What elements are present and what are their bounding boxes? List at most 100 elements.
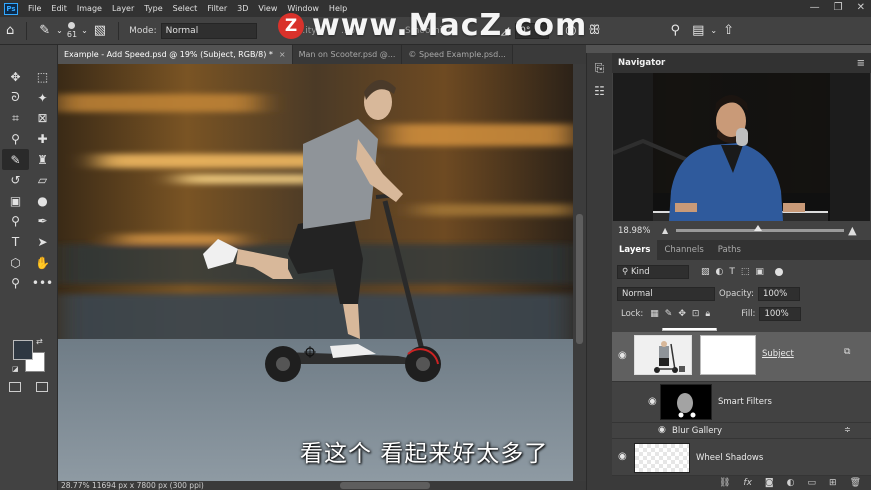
smart-object-badge-icon[interactable]: ⧉ xyxy=(844,347,850,357)
menu-select[interactable]: Select xyxy=(168,4,203,13)
canvas-area[interactable]: 看这个 看起来好太多了 xyxy=(58,64,586,481)
shape-tool-icon[interactable]: ⬡ xyxy=(2,252,29,273)
menu-edit[interactable]: Edit xyxy=(46,4,72,13)
layer-kind-filter[interactable]: ⚲ Kind xyxy=(617,265,689,279)
share-icon[interactable]: ⇧ xyxy=(723,23,734,38)
eye-icon[interactable]: ◉ xyxy=(658,425,666,435)
adjustment-icon[interactable]: ◐ xyxy=(787,478,795,488)
smart-object-filter-icon[interactable]: ▣ xyxy=(755,267,764,277)
opacity-field[interactable]: 100% xyxy=(757,287,800,301)
path-select-tool-icon[interactable]: ➤ xyxy=(29,232,56,253)
blend-mode-select[interactable]: Normal xyxy=(617,287,715,301)
properties-panel-icon[interactable]: ☷ xyxy=(587,84,612,98)
pen-tool-icon[interactable]: ✒ xyxy=(29,211,56,232)
mask-icon[interactable]: ◙ xyxy=(765,478,774,488)
brush-settings-icon[interactable]: ▧ xyxy=(94,23,106,38)
mode-select[interactable]: Normal xyxy=(160,22,257,39)
swap-colors-icon[interactable]: ⇄ xyxy=(36,337,43,346)
search-icon[interactable]: ⚲ xyxy=(671,23,681,38)
chevron-down-icon[interactable]: ⌄ xyxy=(56,26,63,35)
eye-icon[interactable]: ◉ xyxy=(618,451,627,462)
chevron-down-icon[interactable]: ⌄ xyxy=(710,26,717,35)
menu-filter[interactable]: Filter xyxy=(202,4,232,13)
menu-3d[interactable]: 3D xyxy=(232,4,253,13)
layer-wheel-shadows[interactable]: ◉ Wheel Shadows xyxy=(612,440,871,476)
brush-preset-picker[interactable]: 61 xyxy=(67,22,77,39)
type-filter-icon[interactable]: T xyxy=(729,267,735,277)
filter-blur-gallery[interactable]: ◉ Blur Gallery ≑ xyxy=(612,423,871,439)
tab-example-add-speed[interactable]: Example - Add Speed.psd @ 19% (Subject, … xyxy=(58,45,293,64)
lock-transparent-icon[interactable]: ▦ xyxy=(650,309,659,319)
dodge-tool-icon[interactable]: ⚲ xyxy=(2,211,29,232)
eraser-tool-icon[interactable]: ▱ xyxy=(29,170,56,191)
magic-wand-tool-icon[interactable]: ✦ xyxy=(29,88,56,109)
artboard-icon[interactable]: ⊡ xyxy=(692,309,700,319)
zoom-in-icon[interactable]: ▲ xyxy=(848,224,856,237)
menu-type[interactable]: Type xyxy=(139,4,167,13)
layer-smart-filters[interactable]: ◉ Smart Filters xyxy=(612,383,871,423)
screen-mode-icon[interactable] xyxy=(36,382,48,392)
menu-image[interactable]: Image xyxy=(72,4,107,13)
menu-layer[interactable]: Layer xyxy=(107,4,139,13)
tab-layers[interactable]: Layers xyxy=(612,240,658,260)
history-brush-tool-icon[interactable]: ↺ xyxy=(2,170,29,191)
layer-mask-thumbnail[interactable] xyxy=(700,335,756,375)
marquee-tool-icon[interactable]: ⬚ xyxy=(29,67,56,88)
blur-tool-icon[interactable]: ● xyxy=(29,191,56,212)
hand-tool-icon[interactable]: ✋ xyxy=(29,252,56,273)
history-panel-icon[interactable]: ⎘ xyxy=(587,61,612,76)
slider-knob[interactable] xyxy=(754,225,763,231)
crop-tool-icon[interactable]: ⌗ xyxy=(2,108,29,129)
restore-icon[interactable]: ❐ xyxy=(834,2,843,13)
trash-icon[interactable]: 🗑︎ xyxy=(850,478,861,488)
new-layer-icon[interactable]: ⊞ xyxy=(829,478,837,488)
frame-tool-icon[interactable]: ⊠ xyxy=(29,108,56,129)
butterfly-icon[interactable]: ꕥ xyxy=(588,23,600,38)
navigator-title[interactable]: Navigator xyxy=(618,58,665,68)
move-tool-icon[interactable]: ✥ xyxy=(2,67,29,88)
close-icon[interactable]: × xyxy=(279,50,286,59)
stamp-tool-icon[interactable]: ♜ xyxy=(29,149,56,170)
filter-name[interactable]: Blur Gallery xyxy=(672,426,722,436)
pixel-filter-icon[interactable]: ▨ xyxy=(701,267,710,277)
document-canvas[interactable] xyxy=(58,64,573,481)
lock-all-icon[interactable]: 🔒︎ xyxy=(705,309,710,319)
tab-speed-example[interactable]: © Speed Example.psd... xyxy=(402,45,513,64)
filter-options-icon[interactable]: ≑ xyxy=(844,425,851,434)
default-colors-icon[interactable]: ◪ xyxy=(12,365,19,373)
fill-field[interactable]: 100% xyxy=(759,307,802,321)
eye-icon[interactable]: ◉ xyxy=(618,350,627,361)
healing-tool-icon[interactable]: ✚ xyxy=(29,129,56,150)
layer-name[interactable]: Subject xyxy=(762,349,794,359)
zoom-out-icon[interactable]: ▲ xyxy=(662,226,668,235)
brush-tool-icon[interactable]: ✎ xyxy=(2,149,29,170)
tab-channels[interactable]: Channels xyxy=(657,240,710,260)
foreground-color-swatch[interactable] xyxy=(13,340,33,360)
layer-name[interactable]: Wheel Shadows xyxy=(696,453,763,463)
horizontal-scrollbar[interactable] xyxy=(340,482,430,489)
filter-toggle[interactable] xyxy=(774,268,783,276)
menu-file[interactable]: File xyxy=(23,4,46,13)
panels-icon[interactable]: ▤ xyxy=(692,23,704,38)
navigator-zoom-slider[interactable] xyxy=(676,225,845,232)
fx-icon[interactable]: fx xyxy=(743,478,752,488)
lasso-tool-icon[interactable]: ᘐ xyxy=(2,88,29,109)
panel-menu-icon[interactable]: ≡ xyxy=(857,58,865,69)
tab-paths[interactable]: Paths xyxy=(711,240,748,260)
zoom-tool-icon[interactable]: ⚲ xyxy=(2,273,29,294)
lock-pixels-icon[interactable]: ✎ xyxy=(665,309,673,319)
adjustment-filter-icon[interactable]: ◐ xyxy=(716,267,724,277)
gradient-tool-icon[interactable]: ▣ xyxy=(2,191,29,212)
smart-filters-label[interactable]: Smart Filters xyxy=(718,397,772,407)
navigator-zoom-value[interactable]: 18.98% xyxy=(618,226,658,236)
eye-icon[interactable]: ◉ xyxy=(648,396,657,407)
quick-mask-icon[interactable] xyxy=(9,382,21,392)
home-icon[interactable]: ⌂ xyxy=(6,23,14,38)
lock-position-icon[interactable]: ✥ xyxy=(678,309,686,319)
navigator-preview[interactable] xyxy=(613,73,870,221)
shape-filter-icon[interactable]: ⬚ xyxy=(741,267,750,277)
link-icon[interactable]: ⛓︎ xyxy=(719,478,730,488)
eyedropper-tool-icon[interactable]: ⚲ xyxy=(2,129,29,150)
type-tool-icon[interactable]: T xyxy=(2,232,29,253)
chevron-down-icon[interactable]: ⌄ xyxy=(81,26,88,35)
